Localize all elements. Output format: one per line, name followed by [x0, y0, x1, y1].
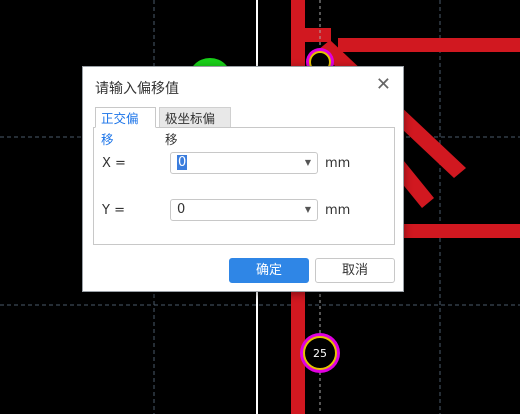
x-unit: mm	[325, 156, 351, 171]
ok-button[interactable]: 确定	[229, 258, 309, 283]
close-icon[interactable]: ✕	[376, 75, 391, 95]
tab-panel: X = 0 ▼ mm Y = 0 ▼ mm	[93, 127, 395, 245]
y-offset-combobox[interactable]: 0 ▼	[170, 199, 318, 221]
tab-orthogonal-offset[interactable]: 正交偏移	[95, 107, 156, 147]
chevron-down-icon[interactable]: ▼	[305, 153, 311, 173]
x-offset-value[interactable]: 0	[177, 155, 188, 170]
y-unit: mm	[325, 203, 351, 218]
tab-polar-offset[interactable]: 极坐标偏移	[159, 107, 231, 147]
y-label: Y =	[102, 203, 125, 218]
dialog-title: 请输入偏移值	[95, 81, 179, 97]
pad-25-label: 25	[313, 347, 327, 360]
cancel-button[interactable]: 取消	[315, 258, 395, 283]
offset-dialog: 请输入偏移值 ✕ 正交偏移 极坐标偏移 X = 0 ▼ mm Y = 0 ▼ m…	[82, 66, 404, 292]
x-label: X =	[102, 156, 126, 171]
chevron-down-icon[interactable]: ▼	[305, 200, 311, 220]
x-offset-combobox[interactable]: 0 ▼	[170, 152, 318, 174]
y-offset-value[interactable]: 0	[177, 202, 185, 217]
